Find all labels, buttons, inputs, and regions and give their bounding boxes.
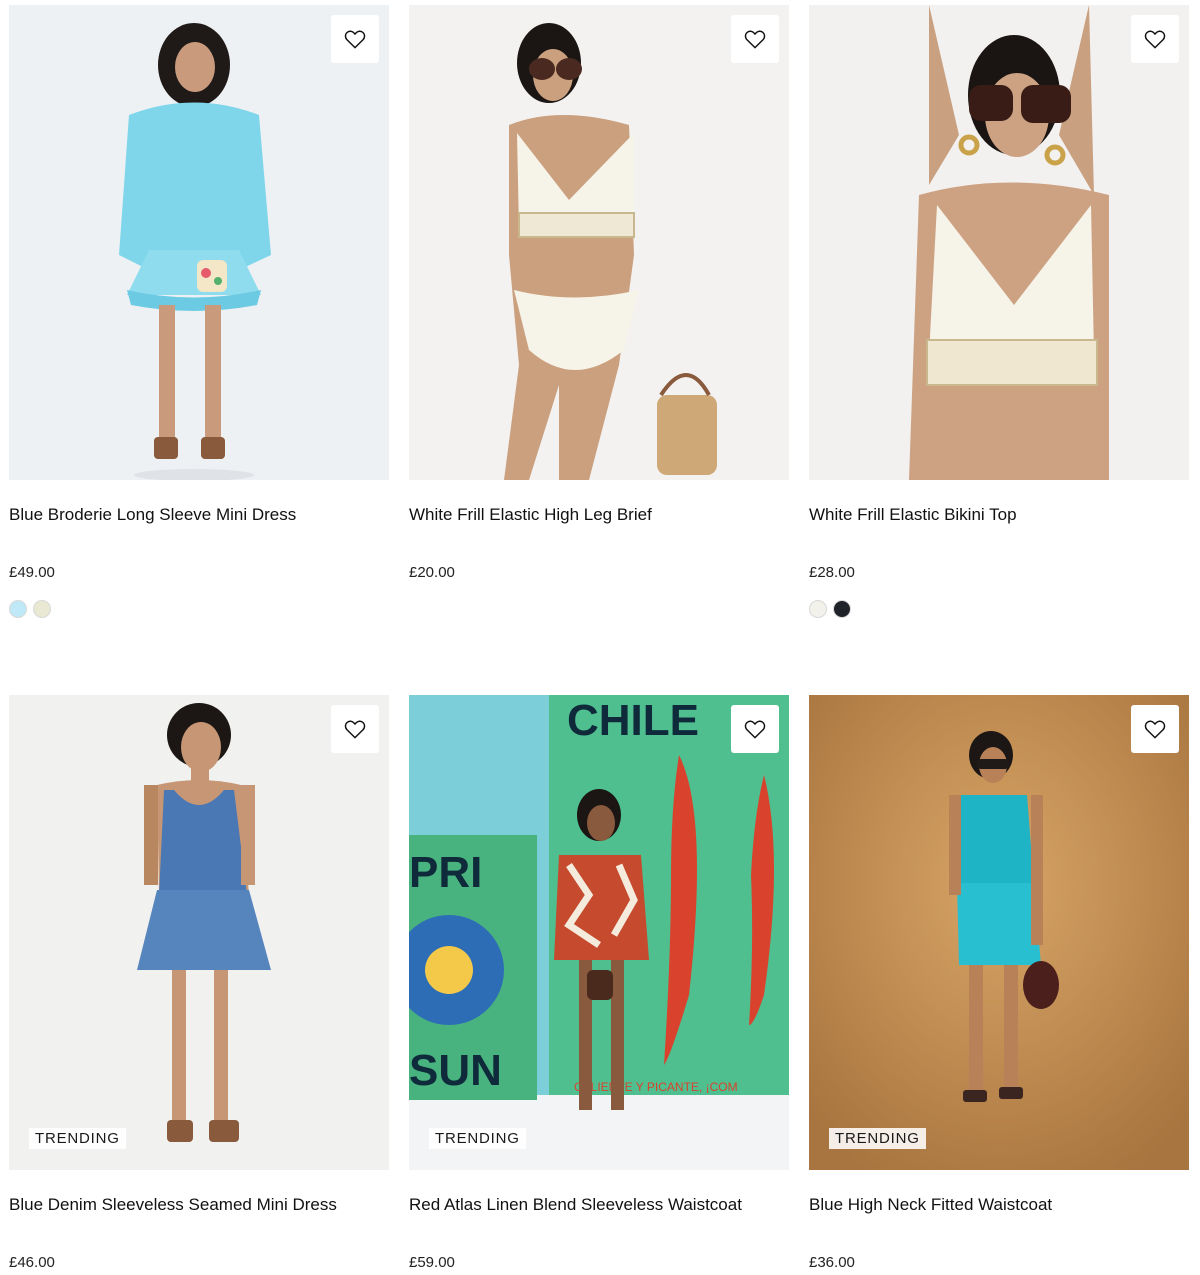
product-price: £28.00: [809, 564, 855, 581]
color-swatches: [9, 600, 389, 618]
product-photo: [809, 695, 1189, 1170]
product-price: £49.00: [9, 564, 55, 581]
wishlist-button[interactable]: [331, 15, 379, 63]
color-swatch[interactable]: [833, 600, 851, 618]
color-swatch[interactable]: [33, 600, 51, 618]
product-photo: [409, 5, 789, 480]
heart-outline-icon: [744, 30, 766, 49]
product-grid: Blue Broderie Long Sleeve Mini Dress £49…: [0, 0, 1200, 1275]
pri-text: PRI: [409, 848, 482, 897]
heart-outline-icon: [744, 720, 766, 739]
product-title[interactable]: Blue Broderie Long Sleeve Mini Dress: [9, 503, 389, 527]
product-card[interactable]: Blue Broderie Long Sleeve Mini Dress £49…: [9, 5, 389, 618]
product-title[interactable]: Red Atlas Linen Blend Sleeveless Waistco…: [409, 1193, 789, 1217]
product-price: £20.00: [409, 564, 455, 581]
product-image[interactable]: [809, 5, 1189, 480]
product-title[interactable]: Blue High Neck Fitted Waistcoat: [809, 1193, 1189, 1217]
product-price: £59.00: [409, 1254, 455, 1271]
product-image[interactable]: TRENDING: [809, 695, 1189, 1170]
product-card[interactable]: White Frill Elastic Bikini Top £28.00: [809, 5, 1189, 618]
wishlist-button[interactable]: [331, 705, 379, 753]
color-swatches: [809, 600, 1189, 618]
product-photo: [9, 695, 389, 1170]
product-price: £46.00: [9, 1254, 55, 1271]
trending-badge: TRENDING: [29, 1128, 126, 1149]
product-card[interactable]: White Frill Elastic High Leg Brief £20.0…: [409, 5, 789, 581]
heart-outline-icon: [344, 30, 366, 49]
product-card[interactable]: TRENDING Blue High Neck Fitted Waistcoat…: [809, 695, 1189, 1271]
product-card[interactable]: TRENDING Blue Denim Sleeveless Seamed Mi…: [9, 695, 389, 1271]
product-photo: [9, 5, 389, 480]
product-price: £36.00: [809, 1254, 855, 1271]
color-swatch[interactable]: [809, 600, 827, 618]
color-swatch[interactable]: [9, 600, 27, 618]
sun-text: SUN: [409, 1046, 502, 1095]
wishlist-button[interactable]: [1131, 15, 1179, 63]
product-title[interactable]: White Frill Elastic High Leg Brief: [409, 503, 789, 527]
product-image[interactable]: TRENDING: [9, 695, 389, 1170]
heart-outline-icon: [1144, 30, 1166, 49]
wishlist-button[interactable]: [731, 15, 779, 63]
product-card[interactable]: CHILE PRI SUN CALIENTE Y PICANTE, ¡COM T…: [409, 695, 789, 1271]
trending-badge: TRENDING: [429, 1128, 526, 1149]
product-image[interactable]: [409, 5, 789, 480]
heart-outline-icon: [1144, 720, 1166, 739]
product-title[interactable]: White Frill Elastic Bikini Top: [809, 503, 1189, 527]
product-image[interactable]: [9, 5, 389, 480]
product-photo: CHILE PRI SUN CALIENTE Y PICANTE, ¡COM: [409, 695, 789, 1170]
product-title[interactable]: Blue Denim Sleeveless Seamed Mini Dress: [9, 1193, 389, 1217]
caliente-text: CALIENTE Y PICANTE, ¡COM: [574, 1080, 738, 1094]
trending-badge: TRENDING: [829, 1128, 926, 1149]
wishlist-button[interactable]: [731, 705, 779, 753]
heart-outline-icon: [344, 720, 366, 739]
product-photo: [809, 5, 1189, 480]
wishlist-button[interactable]: [1131, 705, 1179, 753]
product-image[interactable]: CHILE PRI SUN CALIENTE Y PICANTE, ¡COM T…: [409, 695, 789, 1170]
chiles-sign-text: CHILE: [567, 696, 699, 745]
